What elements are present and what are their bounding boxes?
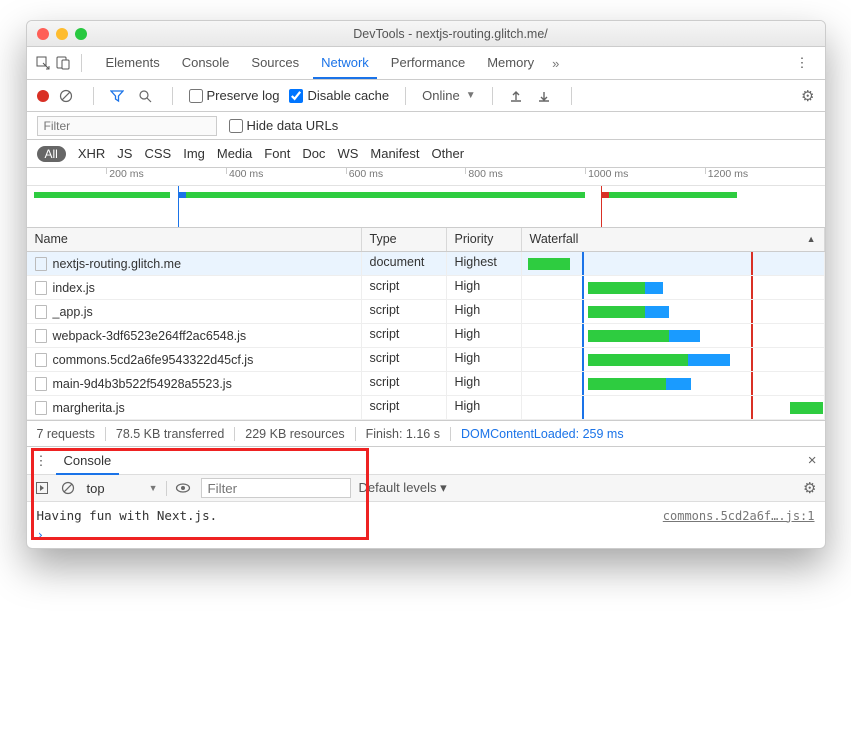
hide-data-urls-checkbox[interactable]: Hide data URLs — [229, 118, 339, 133]
file-icon — [35, 257, 47, 271]
request-name: _app.js — [53, 305, 93, 319]
timeline-overview[interactable]: 200 ms400 ms600 ms800 ms1000 ms1200 ms — [27, 168, 825, 228]
filter-xhr[interactable]: XHR — [78, 146, 105, 161]
header-priority[interactable]: Priority — [447, 228, 522, 251]
table-row[interactable]: margherita.jsscriptHigh — [27, 396, 825, 420]
settings-menu-button[interactable]: ⋮ — [796, 55, 809, 71]
log-message: Having fun with Next.js. — [37, 508, 218, 523]
filter-css[interactable]: CSS — [144, 146, 171, 161]
console-execute-icon[interactable] — [35, 481, 53, 495]
window-traffic-lights — [37, 28, 87, 40]
status-dcl: DOMContentLoaded: 259 ms — [451, 427, 634, 441]
window-title: DevTools - nextjs-routing.glitch.me/ — [87, 27, 815, 41]
header-type[interactable]: Type — [362, 228, 447, 251]
file-icon — [35, 305, 47, 319]
tab-memory[interactable]: Memory — [479, 47, 542, 79]
chevron-down-icon: ▼ — [149, 483, 158, 493]
throttling-select[interactable]: Online ▼ — [422, 88, 475, 103]
drawer-menu-icon[interactable]: ⋮ — [35, 453, 48, 469]
request-type-filters: All XHR JS CSS Img Media Font Doc WS Manifest Oth… — [27, 140, 825, 168]
request-name: nextjs-routing.glitch.me — [53, 257, 182, 271]
table-row[interactable]: webpack-3df6523e264ff2ac6548.jsscriptHig… — [27, 324, 825, 348]
console-log-line: Having fun with Next.js. commons.5cd2a6f… — [37, 506, 815, 525]
status-requests: 7 requests — [27, 427, 106, 441]
filter-row: Hide data URLs — [27, 112, 825, 140]
clear-button[interactable] — [59, 89, 77, 103]
table-row[interactable]: index.jsscriptHigh — [27, 276, 825, 300]
header-waterfall[interactable]: Waterfall▲ — [522, 228, 825, 251]
main-tabbar: ElementsConsoleSourcesNetworkPerformance… — [27, 47, 825, 80]
console-settings-icon[interactable]: ⚙ — [803, 479, 816, 497]
disable-cache-checkbox[interactable]: Disable cache — [289, 88, 389, 103]
request-name: webpack-3df6523e264ff2ac6548.js — [53, 329, 247, 343]
header-name[interactable]: Name — [27, 228, 362, 251]
table-row[interactable]: _app.jsscriptHigh — [27, 300, 825, 324]
network-settings-icon[interactable]: ⚙ — [801, 87, 814, 105]
filter-doc[interactable]: Doc — [302, 146, 325, 161]
live-expression-icon[interactable] — [175, 481, 193, 495]
network-toolbar: Preserve log Disable cache Online ▼ ⚙ — [27, 80, 825, 112]
record-button[interactable] — [37, 90, 49, 102]
status-resources: 229 KB resources — [235, 427, 355, 441]
file-icon — [35, 353, 47, 367]
filter-input[interactable] — [37, 116, 217, 136]
console-clear-icon[interactable] — [61, 481, 79, 495]
request-table: nextjs-routing.glitch.medocumentHighesti… — [27, 252, 825, 420]
device-toggle-icon[interactable] — [55, 55, 71, 71]
console-prompt[interactable]: › — [37, 525, 815, 544]
upload-har-icon[interactable] — [509, 89, 527, 103]
tab-console[interactable]: Console — [174, 47, 238, 79]
titlebar: DevTools - nextjs-routing.glitch.me/ — [27, 21, 825, 47]
download-har-icon[interactable] — [537, 89, 555, 103]
filter-ws[interactable]: WS — [337, 146, 358, 161]
filter-js[interactable]: JS — [117, 146, 132, 161]
filter-toggle-icon[interactable] — [110, 89, 128, 103]
console-drawer: ⋮ Console × top ▼ Default levels ▾ ⚙ — [27, 446, 825, 548]
minimize-window-button[interactable] — [56, 28, 68, 40]
inspect-icon[interactable] — [35, 55, 51, 71]
drawer-close-icon[interactable]: × — [808, 452, 817, 469]
preserve-log-checkbox[interactable]: Preserve log — [189, 88, 280, 103]
tab-elements[interactable]: Elements — [98, 47, 168, 79]
file-icon — [35, 329, 47, 343]
request-name: main-9d4b3b522f54928a5523.js — [53, 377, 232, 391]
request-name: index.js — [53, 281, 95, 295]
file-icon — [35, 401, 47, 415]
status-bar: 7 requests 78.5 KB transferred 229 KB re… — [27, 420, 825, 446]
filter-all[interactable]: All — [37, 146, 66, 162]
tab-network[interactable]: Network — [313, 47, 377, 79]
filter-font[interactable]: Font — [264, 146, 290, 161]
request-name: margherita.js — [53, 401, 125, 415]
filter-other[interactable]: Other — [432, 146, 465, 161]
table-row[interactable]: commons.5cd2a6fe9543322d45cf.jsscriptHig… — [27, 348, 825, 372]
context-select[interactable]: top ▼ — [87, 481, 167, 496]
table-row[interactable]: main-9d4b3b522f54928a5523.jsscriptHigh — [27, 372, 825, 396]
status-transferred: 78.5 KB transferred — [106, 427, 235, 441]
console-tab[interactable]: Console — [56, 447, 120, 475]
status-finish: Finish: 1.16 s — [356, 427, 451, 441]
file-icon — [35, 281, 47, 295]
table-row[interactable]: nextjs-routing.glitch.medocumentHighest — [27, 252, 825, 276]
devtools-window: DevTools - nextjs-routing.glitch.me/ Ele… — [26, 20, 826, 549]
log-source-link[interactable]: commons.5cd2a6f….js:1 — [663, 509, 815, 523]
filter-img[interactable]: Img — [183, 146, 205, 161]
chevron-down-icon: ▼ — [466, 90, 476, 101]
zoom-window-button[interactable] — [75, 28, 87, 40]
tab-performance[interactable]: Performance — [383, 47, 473, 79]
close-window-button[interactable] — [37, 28, 49, 40]
search-icon[interactable] — [138, 89, 156, 103]
tabs-overflow-button[interactable]: » — [546, 50, 565, 77]
console-filter-input[interactable] — [201, 478, 351, 498]
log-levels-select[interactable]: Default levels ▾ — [359, 480, 447, 496]
request-name: commons.5cd2a6fe9543322d45cf.js — [53, 353, 254, 367]
file-icon — [35, 377, 47, 391]
filter-manifest[interactable]: Manifest — [370, 146, 419, 161]
sort-asc-icon: ▲ — [807, 234, 816, 244]
table-header[interactable]: Name Type Priority Waterfall▲ — [27, 228, 825, 252]
tab-sources[interactable]: Sources — [243, 47, 307, 79]
filter-media[interactable]: Media — [217, 146, 252, 161]
